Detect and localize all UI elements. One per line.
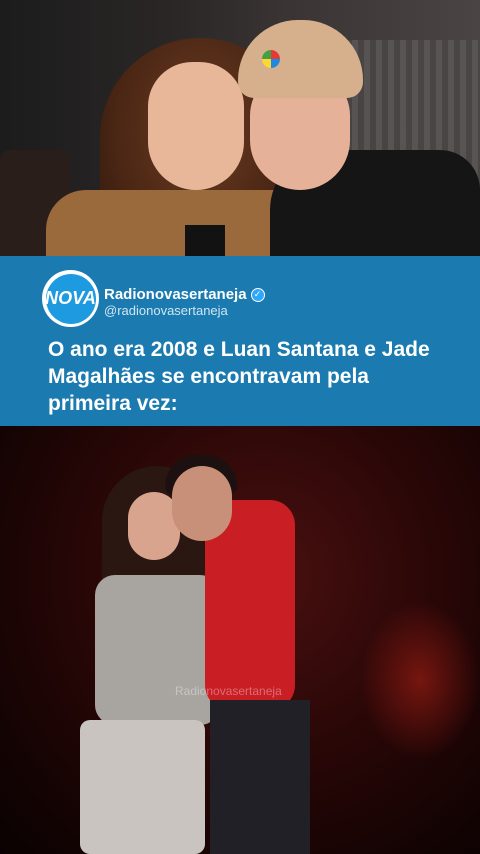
cap-logo-icon <box>262 50 280 68</box>
stage-light <box>360 600 480 760</box>
woman-face <box>148 62 244 190</box>
girl-pants <box>80 720 205 854</box>
account-handle[interactable]: @radionovasertaneja <box>104 303 228 318</box>
top-photo <box>0 0 480 256</box>
avatar[interactable]: NOVA <box>42 270 99 327</box>
post-headline: O ano era 2008 e Luan Santana e Jade Mag… <box>48 338 430 415</box>
verified-check-icon: ✓ <box>250 287 265 302</box>
account-name-row[interactable]: Radionovasertaneja ✓ <box>104 286 265 303</box>
boy-pants <box>210 700 310 854</box>
girl-top <box>95 575 220 725</box>
boy-face <box>172 466 232 541</box>
man-cap <box>238 20 363 98</box>
account-name[interactable]: Radionovasertaneja <box>104 286 247 303</box>
avatar-logo: NOVA <box>45 273 96 324</box>
story-page: NOVA Radionovasertaneja ✓ @radionovasert… <box>0 0 480 854</box>
video-watermark: Radionovasertaneja <box>175 684 282 698</box>
woman-top <box>185 225 225 256</box>
